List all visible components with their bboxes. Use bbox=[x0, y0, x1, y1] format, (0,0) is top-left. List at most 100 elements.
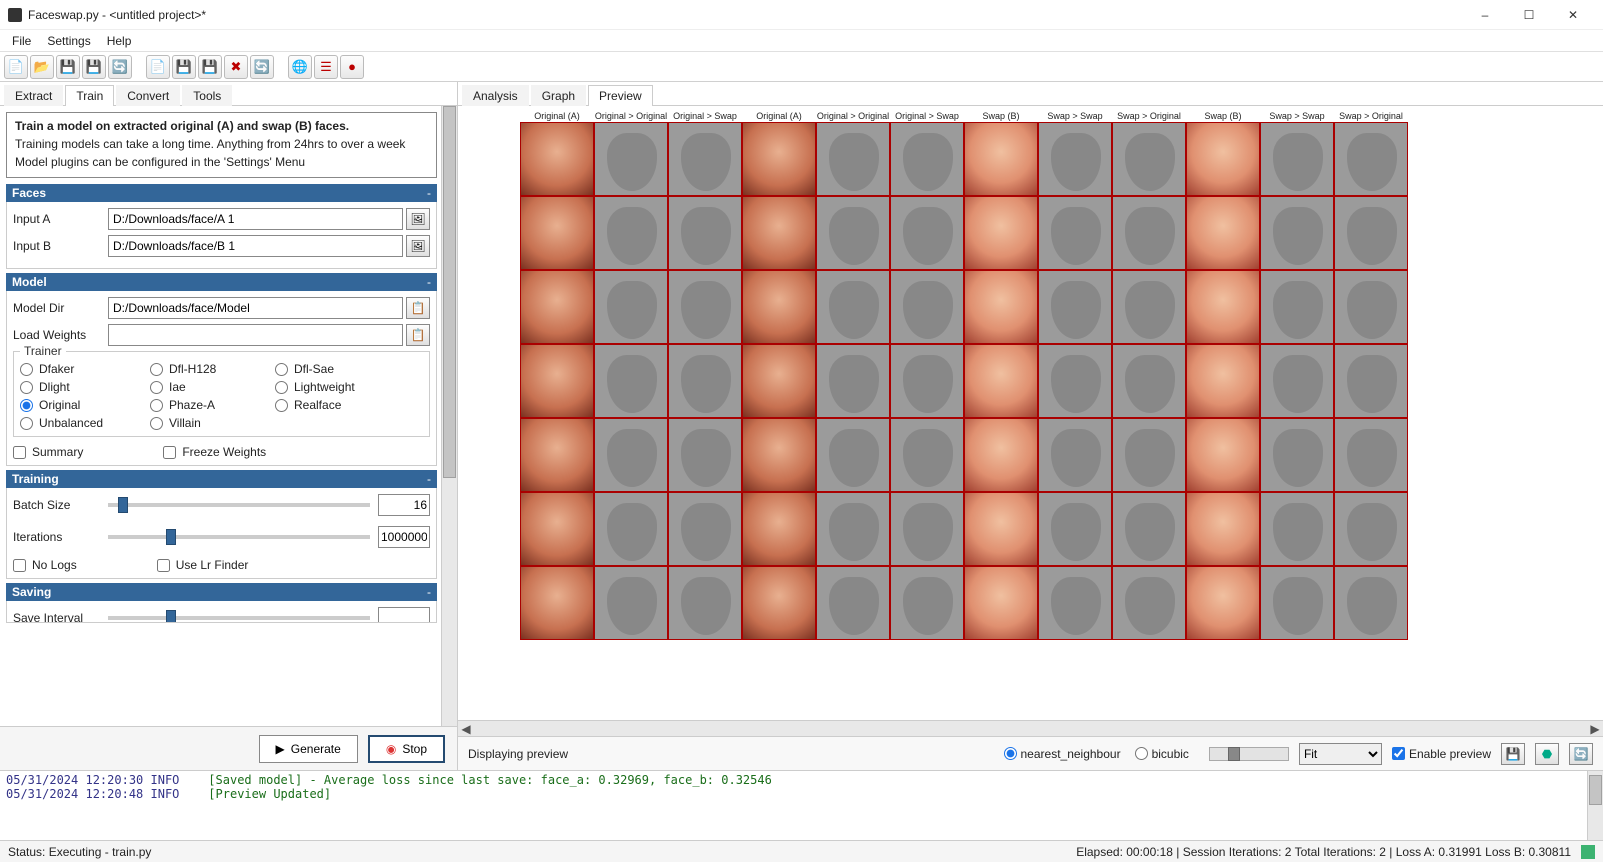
toolbar-project-saveas-icon[interactable]: 💾 bbox=[198, 55, 222, 79]
preview-mask-button[interactable]: ⬣ bbox=[1535, 743, 1559, 765]
tab-graph[interactable]: Graph bbox=[531, 85, 586, 106]
toolbar-globe-icon[interactable]: 🌐 bbox=[288, 55, 312, 79]
radio-nearest-neighbour[interactable]: nearest_neighbour bbox=[1004, 747, 1121, 761]
stop-icon: ◉ bbox=[386, 742, 396, 756]
toolbar-open-icon[interactable]: 📂 bbox=[30, 55, 54, 79]
log-timestamp: 05/31/2024 12:20:48 INFO bbox=[6, 787, 179, 801]
save-interval-slider[interactable] bbox=[108, 616, 370, 620]
load-weights-field[interactable] bbox=[108, 324, 403, 346]
scroll-right-icon[interactable]: ▶ bbox=[1587, 722, 1603, 736]
save-interval-value[interactable] bbox=[378, 607, 430, 623]
tab-preview[interactable]: Preview bbox=[588, 85, 653, 106]
preview-cell bbox=[1038, 344, 1112, 418]
checkbox-use-lr-finder[interactable]: Use Lr Finder bbox=[157, 558, 249, 572]
checkbox-no-logs[interactable]: No Logs bbox=[13, 558, 77, 572]
radio-trainer-dfl-sae[interactable]: Dfl-Sae bbox=[275, 362, 395, 376]
preview-cell bbox=[668, 344, 742, 418]
input-b-field[interactable] bbox=[108, 235, 403, 257]
menu-help[interactable]: Help bbox=[99, 32, 140, 50]
preview-column-header: Original (A) bbox=[742, 110, 816, 122]
radio-trainer-dfl-h128[interactable]: Dfl-H128 bbox=[150, 362, 275, 376]
preview-cell bbox=[742, 344, 816, 418]
iterations-value[interactable] bbox=[378, 526, 430, 548]
stop-button[interactable]: ◉Stop bbox=[368, 735, 445, 763]
generate-icon: ▶ bbox=[276, 742, 285, 756]
checkbox-freeze-weights[interactable]: Freeze Weights bbox=[163, 445, 266, 459]
preview-cell bbox=[890, 122, 964, 196]
radio-bicubic[interactable]: bicubic bbox=[1135, 747, 1189, 761]
tab-tools[interactable]: Tools bbox=[182, 85, 232, 106]
generate-button[interactable]: ▶Generate bbox=[259, 735, 358, 763]
toolbar-donate-icon[interactable]: ● bbox=[340, 55, 364, 79]
window-minimize-button[interactable]: – bbox=[1463, 1, 1507, 29]
radio-trainer-original[interactable]: Original bbox=[20, 398, 150, 412]
toolbar-reset-icon[interactable]: 🔄 bbox=[250, 55, 274, 79]
preview-cell bbox=[594, 122, 668, 196]
preview-cell bbox=[964, 122, 1038, 196]
left-scrollbar[interactable] bbox=[441, 106, 457, 726]
preview-cell bbox=[520, 122, 594, 196]
section-header-faces[interactable]: Faces- bbox=[6, 184, 437, 202]
model-dir-browse-button[interactable]: 📋 bbox=[406, 297, 430, 319]
log-timestamp: 05/31/2024 12:20:30 INFO bbox=[6, 773, 179, 787]
radio-trainer-villain[interactable]: Villain bbox=[150, 416, 275, 430]
status-bar: Status: Executing - train.py Elapsed: 00… bbox=[0, 840, 1603, 862]
section-header-training[interactable]: Training- bbox=[6, 470, 437, 488]
radio-trainer-lightweight[interactable]: Lightweight bbox=[275, 380, 395, 394]
toolbar-list-icon[interactable]: ☰ bbox=[314, 55, 338, 79]
preview-cell bbox=[1112, 418, 1186, 492]
model-dir-field[interactable] bbox=[108, 297, 403, 319]
window-maximize-button[interactable]: ☐ bbox=[1507, 1, 1551, 29]
input-a-browse-button[interactable]: 🖼 bbox=[406, 208, 430, 230]
preview-cell bbox=[890, 196, 964, 270]
tab-train[interactable]: Train bbox=[65, 85, 114, 106]
toolbar-reload-icon[interactable]: 🔄 bbox=[108, 55, 132, 79]
iterations-slider[interactable] bbox=[108, 535, 370, 539]
load-weights-browse-button[interactable]: 📋 bbox=[406, 324, 430, 346]
radio-trainer-iae[interactable]: Iae bbox=[150, 380, 275, 394]
checkbox-enable-preview[interactable]: Enable preview bbox=[1392, 747, 1491, 761]
preview-cell bbox=[964, 270, 1038, 344]
tab-analysis[interactable]: Analysis bbox=[462, 85, 529, 106]
toolbar-new-icon[interactable]: 📄 bbox=[4, 55, 28, 79]
toolbar-saveas-icon[interactable]: 💾 bbox=[82, 55, 106, 79]
section-header-model[interactable]: Model- bbox=[6, 273, 437, 291]
window-close-button[interactable]: ✕ bbox=[1551, 1, 1595, 29]
toolbar-project-new-icon[interactable]: 📄 bbox=[146, 55, 170, 79]
preview-cell bbox=[1260, 196, 1334, 270]
console-log: 05/31/2024 12:20:30 INFO [Saved model] -… bbox=[0, 770, 1603, 840]
preview-fit-select[interactable]: FitActual Size bbox=[1299, 743, 1382, 765]
menu-file[interactable]: File bbox=[4, 32, 39, 50]
radio-trainer-phaze-a[interactable]: Phaze-A bbox=[150, 398, 275, 412]
toolbar-project-save-icon[interactable]: 💾 bbox=[172, 55, 196, 79]
preview-cell bbox=[594, 196, 668, 270]
batch-size-value[interactable] bbox=[378, 494, 430, 516]
tab-convert[interactable]: Convert bbox=[116, 85, 180, 106]
preview-refresh-button[interactable]: 🔄 bbox=[1569, 743, 1593, 765]
preview-cell bbox=[742, 270, 816, 344]
preview-footer: Displaying preview nearest_neighbour bic… bbox=[458, 736, 1603, 770]
console-scrollbar[interactable] bbox=[1587, 771, 1603, 840]
label-input-a: Input A bbox=[13, 212, 108, 226]
toolbar-clear-icon[interactable]: ✖ bbox=[224, 55, 248, 79]
tab-extract[interactable]: Extract bbox=[4, 85, 63, 106]
checkbox-summary[interactable]: Summary bbox=[13, 445, 83, 459]
preview-save-button[interactable]: 💾 bbox=[1501, 743, 1525, 765]
section-header-saving[interactable]: Saving- bbox=[6, 583, 437, 601]
preview-hscrollbar[interactable]: ◀ ▶ bbox=[458, 720, 1603, 736]
radio-trainer-realface[interactable]: Realface bbox=[275, 398, 395, 412]
preview-zoom-slider[interactable] bbox=[1209, 747, 1289, 761]
radio-trainer-dfaker[interactable]: Dfaker bbox=[20, 362, 150, 376]
batch-size-slider[interactable] bbox=[108, 503, 370, 507]
scroll-left-icon[interactable]: ◀ bbox=[458, 722, 474, 736]
radio-trainer-dlight[interactable]: Dlight bbox=[20, 380, 150, 394]
toolbar-save-icon[interactable]: 💾 bbox=[56, 55, 80, 79]
input-a-field[interactable] bbox=[108, 208, 403, 230]
preview-cell bbox=[520, 344, 594, 418]
menu-settings[interactable]: Settings bbox=[39, 32, 98, 50]
radio-trainer-unbalanced[interactable]: Unbalanced bbox=[20, 416, 150, 430]
input-b-browse-button[interactable]: 🖼 bbox=[406, 235, 430, 257]
preview-cell bbox=[1334, 344, 1408, 418]
preview-cell bbox=[520, 196, 594, 270]
preview-column-header: Swap > Original bbox=[1334, 110, 1408, 122]
